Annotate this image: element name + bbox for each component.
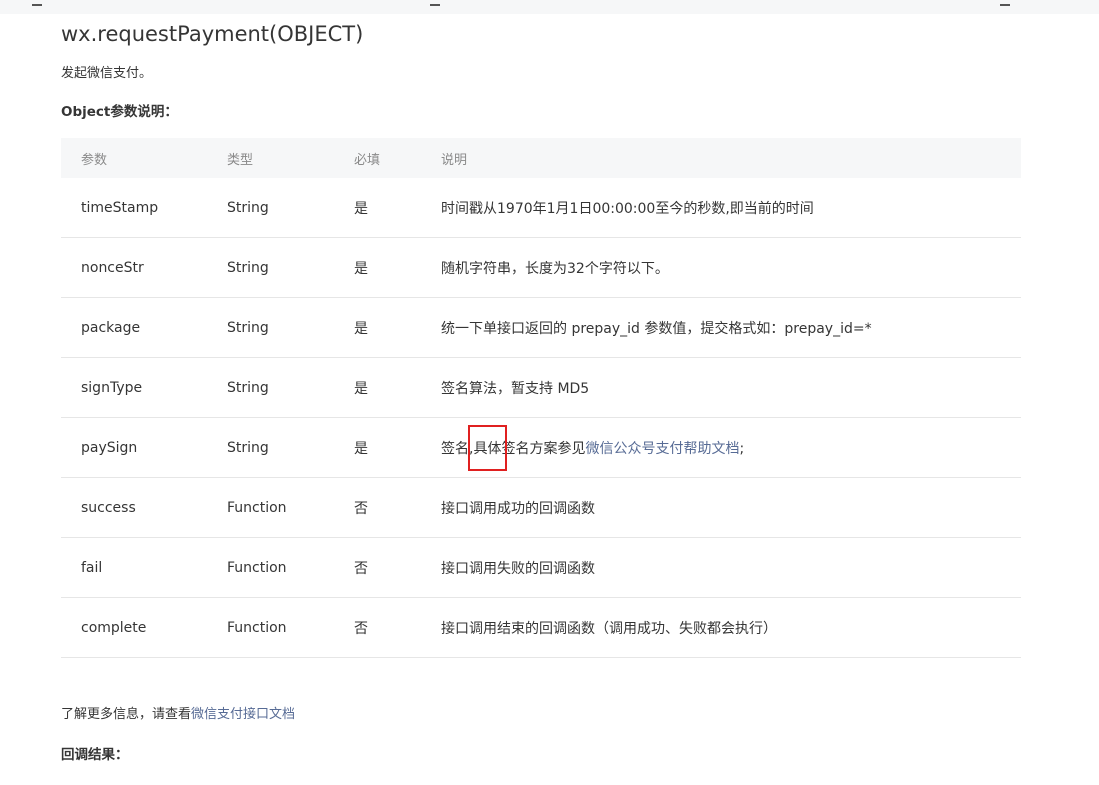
table-row: package String 是 统一下单接口返回的 prepay_id 参数值… (61, 297, 1021, 358)
param-description: 接口调用成功的回调函数 (421, 477, 1021, 538)
param-type: String (207, 237, 334, 298)
more-info-text: 了解更多信息，请查看微信支付接口文档 (61, 705, 1021, 725)
highlight-annotation-box: 具体 (468, 424, 508, 471)
param-description: 随机字符串，长度为32个字符以下。 (421, 237, 1021, 298)
param-required: 是 (334, 297, 421, 358)
clipped-nav-text (430, 0, 440, 6)
param-required: 是 (334, 237, 421, 298)
param-type: String (207, 178, 334, 238)
table-row: timeStamp String 是 时间戳从1970年1月1日00:00:00… (61, 178, 1021, 238)
param-name: paySign (61, 417, 207, 478)
param-type: Function (207, 597, 334, 658)
more-info-label: 了解更多信息，请查看 (61, 707, 192, 722)
table-header-row: 参数 类型 必填 说明 (61, 138, 1021, 178)
param-required: 否 (334, 537, 421, 598)
payment-help-doc-link[interactable]: 微信公众号支付帮助文档 (585, 441, 739, 457)
api-title: wx.requestPayment(OBJECT) (61, 22, 364, 46)
header-type: 类型 (207, 138, 334, 178)
param-name: success (61, 477, 207, 538)
param-required: 是 (334, 357, 421, 418)
param-type: Function (207, 477, 334, 538)
param-name: fail (61, 537, 207, 598)
param-type: String (207, 297, 334, 358)
desc-middle: 签名方案参见 (501, 440, 586, 457)
clipped-nav-text (32, 0, 42, 6)
param-description: 时间戳从1970年1月1日00:00:00至今的秒数,即当前的时间 (421, 178, 1021, 238)
param-description: 签名,具体签名方案参见微信公众号支付帮助文档; (421, 417, 1021, 478)
top-nav-strip (0, 0, 1099, 14)
param-name: package (61, 297, 207, 358)
payment-api-doc-link[interactable]: 微信支付接口文档 (191, 707, 295, 722)
param-description: 统一下单接口返回的 prepay_id 参数值，提交格式如：prepay_id=… (421, 297, 1021, 358)
header-description: 说明 (421, 138, 1021, 178)
param-required: 否 (334, 597, 421, 658)
doc-content: wx.requestPayment(OBJECT) 发起微信支付。 Object… (61, 18, 1021, 765)
table-row: success Function 否 接口调用成功的回调函数 (61, 477, 1021, 538)
param-type: String (207, 357, 334, 418)
header-param: 参数 (61, 138, 207, 178)
param-required: 否 (334, 477, 421, 538)
param-description: 接口调用结束的回调函数（调用成功、失败都会执行） (421, 597, 1021, 658)
table-row: nonceStr String 是 随机字符串，长度为32个字符以下。 (61, 237, 1021, 298)
api-description: 发起微信支付。 (61, 66, 153, 81)
header-required: 必填 (334, 138, 421, 178)
table-row: paySign String 是 签名,具体签名方案参见微信公众号支付帮助文档; (61, 417, 1021, 478)
param-name: signType (61, 357, 207, 418)
desc-suffix: ; (739, 440, 745, 457)
param-name: complete (61, 597, 207, 658)
param-type: Function (207, 537, 334, 598)
param-type: String (207, 417, 334, 478)
param-name: nonceStr (61, 237, 207, 298)
table-row: signType String 是 签名算法，暂支持 MD5 (61, 357, 1021, 418)
callback-heading: 回调结果： (61, 747, 129, 763)
param-required: 是 (334, 178, 421, 238)
param-description: 接口调用失败的回调函数 (421, 537, 1021, 598)
param-description: 签名算法，暂支持 MD5 (421, 357, 1021, 418)
clipped-nav-text (1000, 0, 1010, 6)
table-row: fail Function 否 接口调用失败的回调函数 (61, 537, 1021, 598)
param-name: timeStamp (61, 178, 207, 238)
table-row: complete Function 否 接口调用结束的回调函数（调用成功、失败都… (61, 597, 1021, 658)
param-required: 是 (334, 417, 421, 478)
params-heading: Object参数说明： (61, 104, 178, 120)
params-table: 参数 类型 必填 说明 timeStamp String 是 时间戳从1970年… (61, 138, 1021, 658)
